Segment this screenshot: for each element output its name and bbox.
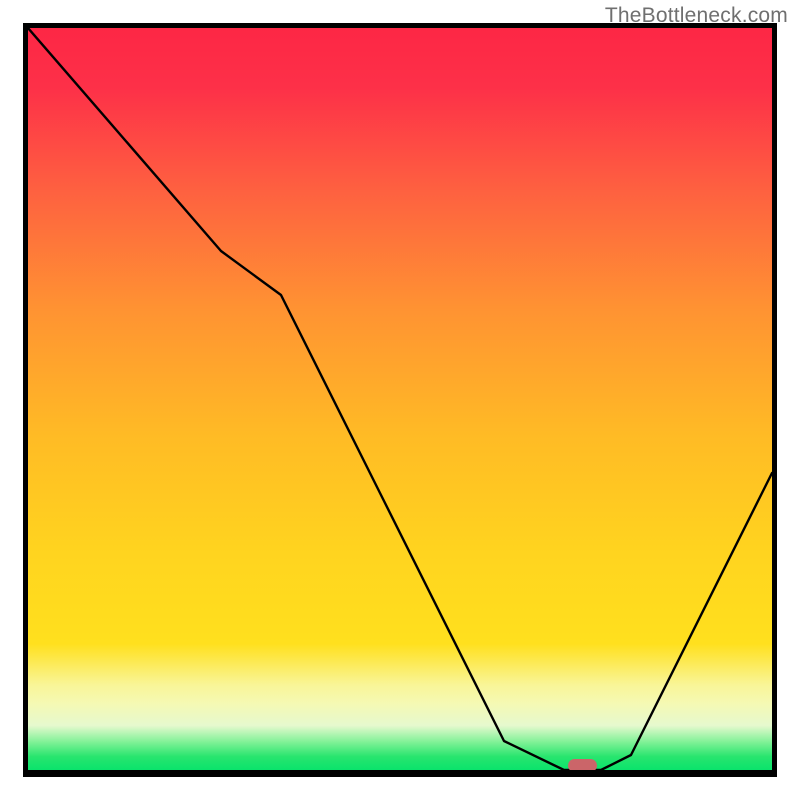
chart-svg — [28, 28, 772, 770]
chart-container: TheBottleneck.com — [0, 0, 800, 800]
optimal-marker — [568, 759, 597, 770]
gradient-background — [28, 28, 772, 770]
plot-area — [23, 23, 777, 777]
watermark-text: TheBottleneck.com — [605, 4, 788, 28]
